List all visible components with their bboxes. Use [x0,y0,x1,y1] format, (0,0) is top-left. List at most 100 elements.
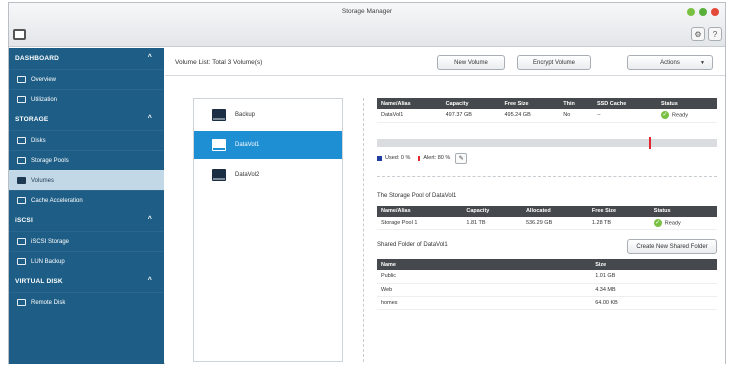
sidebar-item-lun-backup[interactable]: LUN Backup [9,251,164,271]
sidebar-item-label: Overview [31,76,57,83]
section-divider [377,175,717,177]
volume-name: DataVol2 [235,172,260,178]
sidebar-section-iscsi[interactable]: iSCSI ^ [9,210,164,231]
cache-icon [17,197,26,204]
sidebar-item-storage-pools[interactable]: Storage Pools [9,150,164,170]
shared-folder-header: Shared Folder of DataVol1 Create New Sha… [377,239,717,254]
volume-name: DataVol1 [235,142,260,148]
sidebar-item-label: Utilization [31,96,58,103]
table-row[interactable]: DataVol1 497.37 GB 495.24 GB No -- ✓ Read… [377,109,717,123]
alert-swatch [418,155,421,161]
disk-icon [17,137,26,144]
ready-check-icon: ✓ [653,218,662,227]
sidebar-item-label: Remote Disk [31,299,66,306]
table-header-row: Name/Alias Capacity Allocated Free Size … [377,205,717,217]
column-header: Size [591,259,717,270]
sidebar-section-storage[interactable]: STORAGE ^ [9,109,164,130]
edit-icon[interactable]: ✎ [455,152,468,164]
pool-section-title: The Storage Pool of DataVol1 [377,192,457,199]
status-cell: ✓ Ready [657,109,717,123]
storage-manager-window: Storage Manager ⚙ ? DASHBOARD ^ Overview … [8,2,726,364]
usage-legend: Used: 0 % Alert: 80 % ✎ [377,152,717,164]
table-cell: Storage Pool 1 [377,216,463,230]
alert-threshold-marker [649,136,651,149]
chevron-down-icon: ▼ [700,60,705,66]
status-cell: ✓ Ready [649,216,717,230]
table-row[interactable]: Storage Pool 1 1.81 TB 536.29 GB 1.28 TB… [377,216,717,230]
volume-item-datavol2[interactable]: DataVol2 [194,161,342,189]
volume-disk-icon [212,139,226,151]
table-cell: No [559,109,593,123]
volume-disk-icon [212,169,226,181]
utilization-icon [17,96,26,103]
column-header: Thin [559,98,593,109]
volume-list-header: Volume List: Total 3 Volume(s) New Volum… [165,48,725,76]
table-cell: Public [377,270,592,284]
table-cell: homes [377,296,592,310]
table-cell: 4.34 MB [591,283,717,297]
encrypt-volume-button[interactable]: Encrypt Volume [517,55,591,70]
lun-backup-icon [17,258,26,265]
title-bar: Storage Manager ⚙ ? [9,3,725,47]
volume-detail-panel: Name/Alias Capacity Free Size Thin SSD C… [377,98,717,310]
sidebar-section-label: STORAGE [15,116,49,123]
volume-item-datavol1[interactable]: DataVol1 [194,131,342,159]
sidebar-item-label: iSCSI Storage [31,238,70,245]
table-cell: -- [592,109,658,123]
ready-check-icon: ✓ [661,111,670,120]
table-cell: 536.29 GB [521,216,588,230]
sidebar-item-overview[interactable]: Overview [9,69,164,89]
sidebar-section-virtual-disk[interactable]: VIRTUAL DISK ^ [9,271,164,292]
table-cell: DataVol1 [377,109,442,123]
remote-disk-icon [17,299,26,306]
panel-divider [363,98,364,362]
sidebar-item-label: Volumes [31,177,55,184]
volume-item-backup[interactable]: Backup [194,101,342,129]
chevron-up-icon: ^ [147,216,152,223]
volume-usage-bar [377,136,717,149]
table-cell: 1.01 GB [591,270,717,284]
sidebar-section-dashboard[interactable]: DASHBOARD ^ [9,48,164,69]
sidebar-item-disks[interactable]: Disks [9,130,164,150]
table-header-row: Name/Alias Capacity Free Size Thin SSD C… [377,98,717,109]
create-shared-folder-button[interactable]: Create New Shared Folder [627,239,717,254]
used-swatch [377,155,382,161]
window-controls [687,8,719,16]
sidebar-item-cache-acceleration[interactable]: Cache Acceleration [9,190,164,210]
shared-folder-title: Shared Folder of DataVol1 [377,242,448,248]
table-row[interactable]: Public 1.01 GB [377,270,717,284]
sidebar-item-label: LUN Backup [31,258,65,265]
sidebar-item-volumes[interactable]: Volumes [9,170,164,190]
volume-disk-icon [212,109,226,121]
table-cell: 495.24 GB [500,109,560,123]
column-header: Capacity [462,205,522,217]
table-row[interactable]: homes 64.00 KB [377,296,717,310]
window-title: Storage Manager [341,8,393,15]
column-header: Name [377,259,592,270]
table-cell: 497.37 GB [441,109,501,123]
new-volume-button[interactable]: New Volume [437,55,505,70]
table-row[interactable]: Web 4.34 MB [377,283,717,297]
close-button[interactable] [711,8,719,16]
chevron-up-icon: ^ [147,115,152,122]
iscsi-icon [17,238,26,245]
actions-dropdown[interactable]: Actions ▼ [627,55,713,70]
sidebar: DASHBOARD ^ Overview Utilization STORAGE ^… [9,48,164,364]
alert-label: Alert: 80 % [423,155,451,161]
table-cell: 1.28 TB [587,216,650,230]
volume-info-table: Name/Alias Capacity Free Size Thin SSD C… [377,98,717,123]
sidebar-item-remote-disk[interactable]: Remote Disk [9,292,164,312]
status-label: Ready [664,220,681,227]
sidebar-item-utilization[interactable]: Utilization [9,89,164,109]
maximize-button[interactable] [699,8,707,16]
column-header: Capacity [441,98,501,109]
column-header: Name/Alias [377,98,442,109]
help-icon[interactable]: ? [708,27,722,41]
settings-gear-icon[interactable]: ⚙ [691,27,705,41]
sidebar-item-iscsi-storage[interactable]: iSCSI Storage [9,231,164,251]
sidebar-section-label: DASHBOARD [15,55,60,62]
sidebar-section-label: iSCSI [15,217,33,224]
minimize-button[interactable] [687,8,695,16]
chevron-up-icon: ^ [147,277,152,284]
column-header: Status [649,205,717,217]
